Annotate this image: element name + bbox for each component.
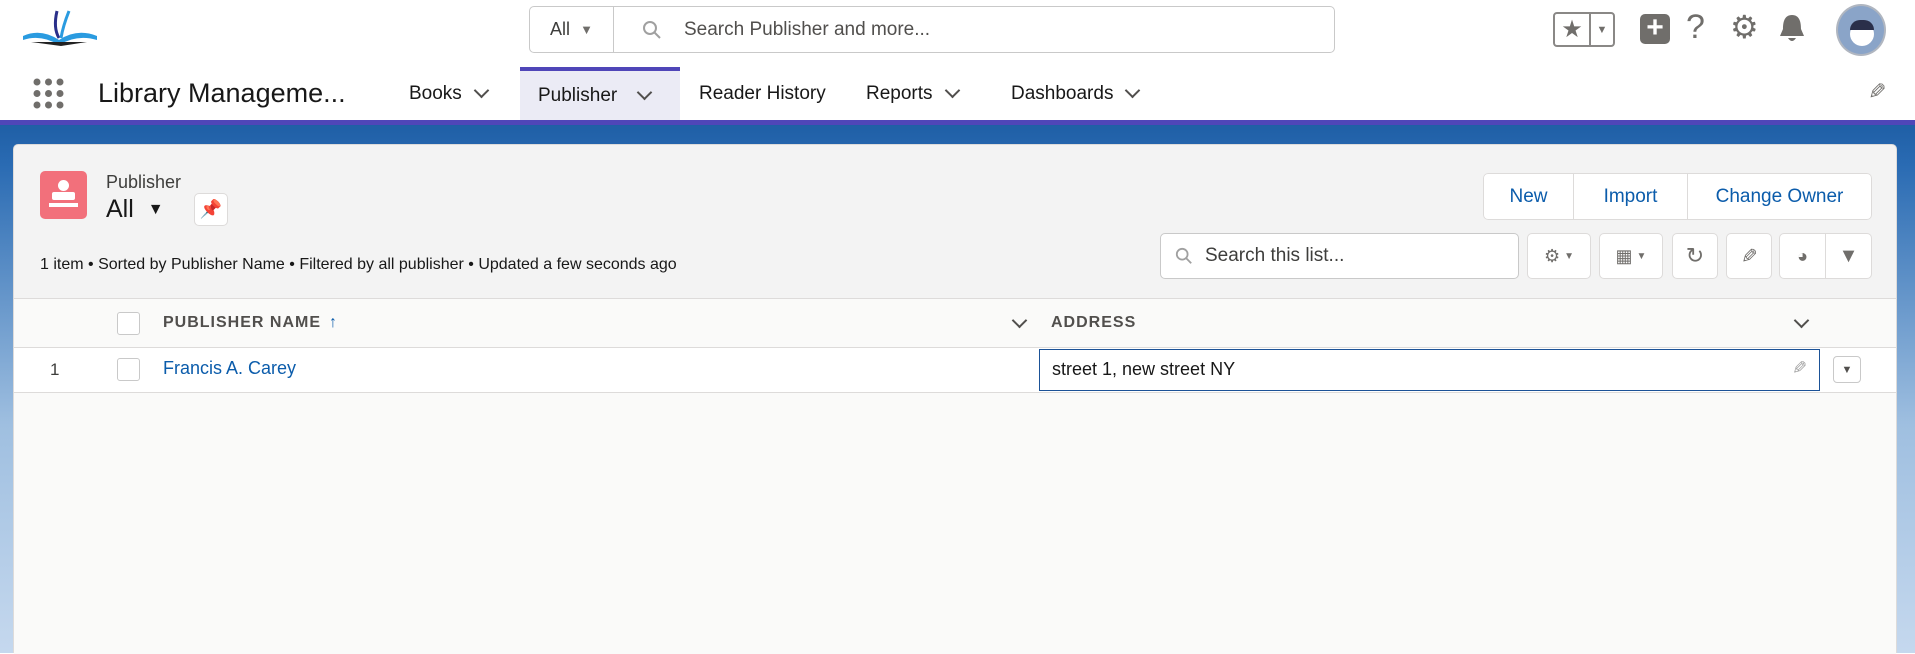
- pie-chart-icon: ◕: [1797, 245, 1808, 266]
- new-button[interactable]: New: [1483, 173, 1574, 220]
- table-header-row: PUBLISHER NAME ↑ ADDRESS: [14, 299, 1896, 348]
- refresh-icon: ↻: [1685, 243, 1705, 268]
- help-icon[interactable]: ?: [1686, 8, 1705, 47]
- row-actions-button[interactable]: ▼: [1833, 356, 1861, 383]
- import-button[interactable]: Import: [1574, 173, 1688, 220]
- tab-reports[interactable]: Reports: [848, 67, 976, 120]
- column-header-publisher-name[interactable]: PUBLISHER NAME ↑: [163, 314, 338, 332]
- search-icon: [1175, 247, 1192, 264]
- list-search-input[interactable]: Search this list...: [1160, 233, 1519, 279]
- edit-pencil-icon[interactable]: ✎: [1792, 358, 1807, 379]
- add-icon[interactable]: +: [1640, 13, 1670, 44]
- select-all-checkbox[interactable]: [117, 312, 140, 335]
- caret-down-icon: ▼: [147, 200, 164, 218]
- list-view-card: Publisher All ▼ 📌 1 item • Sorted by Pub…: [13, 144, 1897, 654]
- pin-list-button[interactable]: 📌: [194, 193, 228, 226]
- caret-down-icon: ▼: [1636, 250, 1647, 262]
- chevron-down-icon[interactable]: [1125, 82, 1141, 99]
- search-icon: [643, 20, 661, 39]
- charts-button[interactable]: ◕: [1779, 233, 1826, 279]
- setup-gear-icon[interactable]: ⚙: [1730, 8, 1759, 46]
- chevron-down-icon[interactable]: [636, 84, 653, 101]
- notification-bell-icon[interactable]: [1778, 13, 1806, 45]
- pencil-icon: ✎: [1740, 245, 1758, 268]
- app-nav-bar: Library Manageme... Books Publisher Read…: [0, 67, 1915, 120]
- publisher-object-icon: [40, 171, 87, 219]
- object-label: Publisher: [106, 172, 182, 192]
- avatar[interactable]: [1836, 4, 1886, 56]
- filter-icon: ▼: [1838, 244, 1859, 267]
- address-cell[interactable]: street 1, new street NY ✎: [1039, 349, 1820, 391]
- chevron-down-icon[interactable]: [473, 82, 490, 99]
- logo-book-icon[interactable]: [21, 8, 99, 48]
- search-scope-dropdown[interactable]: All ▼: [530, 7, 614, 52]
- tab-publisher[interactable]: Publisher: [520, 67, 680, 120]
- column-menu-chevron-icon[interactable]: [1011, 312, 1028, 329]
- chart-filter-group: ◕ ▼: [1779, 233, 1872, 279]
- list-view-selector[interactable]: All ▼: [106, 195, 164, 224]
- display-as-table-button[interactable]: ▦ ▼: [1599, 233, 1663, 279]
- list-actions: New Import Change Owner: [1483, 173, 1872, 220]
- sort-ascending-icon: ↑: [329, 314, 339, 331]
- app-name: Library Manageme...: [98, 78, 346, 108]
- gear-icon: ⚙: [1543, 245, 1561, 266]
- row-select-checkbox[interactable]: [117, 358, 140, 381]
- tab-books[interactable]: Books: [391, 67, 505, 120]
- list-settings-button[interactable]: ⚙ ▼: [1527, 233, 1591, 279]
- caret-down-icon: ▼: [1564, 250, 1575, 262]
- chevron-down-icon: ▼: [1596, 23, 1608, 36]
- pin-icon: 📌: [199, 199, 223, 219]
- change-owner-button[interactable]: Change Owner: [1688, 173, 1872, 220]
- global-search-input[interactable]: Search Publisher and more...: [684, 19, 930, 41]
- filter-button[interactable]: ▼: [1826, 233, 1872, 279]
- list-table: PUBLISHER NAME ↑ ADDRESS 1 Francis A. Ca…: [14, 298, 1896, 654]
- table-row: 1 Francis A. Carey street 1, new street …: [14, 348, 1896, 393]
- tab-dashboards[interactable]: Dashboards: [993, 67, 1156, 120]
- refresh-button[interactable]: ↻: [1672, 233, 1718, 279]
- caret-down-icon: ▼: [1841, 363, 1853, 376]
- inline-edit-button[interactable]: ✎: [1726, 233, 1772, 279]
- global-header: All ▼ Search Publisher and more... ★ ▼ +…: [0, 0, 1915, 67]
- column-menu-chevron-icon[interactable]: [1793, 312, 1810, 329]
- global-search[interactable]: All ▼ Search Publisher and more...: [529, 6, 1335, 53]
- tab-reader-history[interactable]: Reader History: [681, 67, 844, 120]
- chevron-down-icon[interactable]: [944, 82, 960, 99]
- favorites-star-icon: ★: [1555, 14, 1591, 45]
- publisher-name-link[interactable]: Francis A. Carey: [163, 358, 296, 379]
- caret-down-icon: ▼: [580, 22, 593, 37]
- list-info: 1 item • Sorted by Publisher Name • Filt…: [40, 256, 677, 273]
- edit-nav-pencil-icon[interactable]: ✎: [1868, 79, 1886, 105]
- table-icon: ▦: [1615, 245, 1633, 266]
- column-header-address[interactable]: ADDRESS: [1051, 314, 1136, 332]
- row-number: 1: [50, 360, 60, 379]
- app-launcher-icon[interactable]: [33, 78, 64, 109]
- favorites-button[interactable]: ★ ▼: [1553, 12, 1615, 47]
